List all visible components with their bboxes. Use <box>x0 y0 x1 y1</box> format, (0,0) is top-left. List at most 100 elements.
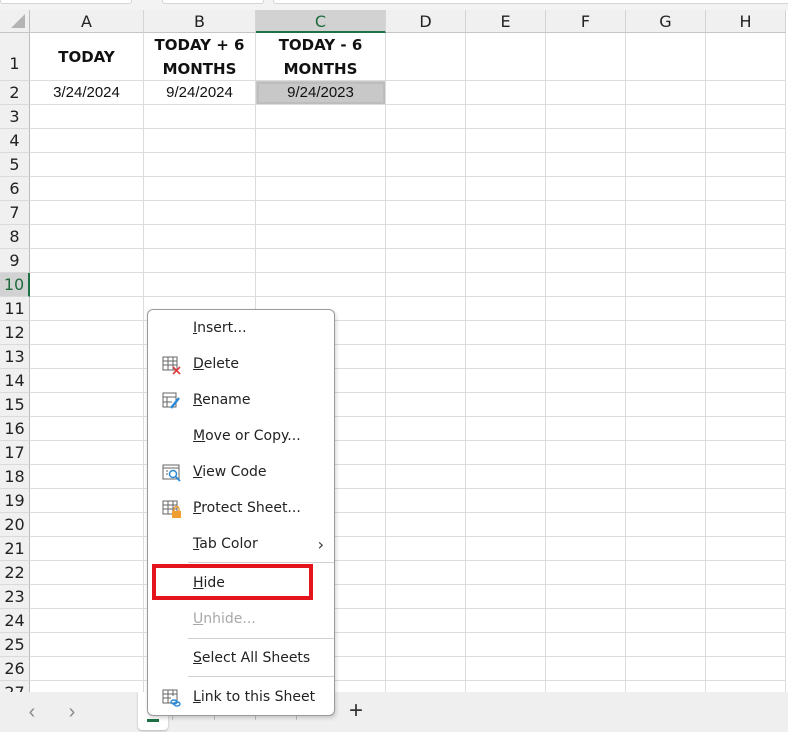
cell-g9[interactable] <box>626 249 706 273</box>
column-header-c[interactable]: C <box>256 10 386 33</box>
cell-g7[interactable] <box>626 201 706 225</box>
cell-f2[interactable] <box>546 81 626 105</box>
cell-d9[interactable] <box>386 249 466 273</box>
cell-d26[interactable] <box>386 657 466 681</box>
cell-d24[interactable] <box>386 609 466 633</box>
cell-f18[interactable] <box>546 465 626 489</box>
cell-d10[interactable] <box>386 273 466 297</box>
cell-b8[interactable] <box>144 225 256 249</box>
row-header-6[interactable]: 6 <box>0 177 30 201</box>
cell-e8[interactable] <box>466 225 546 249</box>
row-header-10[interactable]: 10 <box>0 273 30 297</box>
cell-e6[interactable] <box>466 177 546 201</box>
cell-g21[interactable] <box>626 537 706 561</box>
cell-g1[interactable] <box>626 33 706 81</box>
cell-d14[interactable] <box>386 369 466 393</box>
cell-a21[interactable] <box>30 537 144 561</box>
cell-h3[interactable] <box>706 105 786 129</box>
cell-h18[interactable] <box>706 465 786 489</box>
cell-f5[interactable] <box>546 153 626 177</box>
cell-f13[interactable] <box>546 345 626 369</box>
row-header-7[interactable]: 7 <box>0 201 30 225</box>
cell-f20[interactable] <box>546 513 626 537</box>
cell-b2[interactable]: 9/24/2024 <box>144 81 256 105</box>
cell-d20[interactable] <box>386 513 466 537</box>
cell-b3[interactable] <box>144 105 256 129</box>
row-header-4[interactable]: 4 <box>0 129 30 153</box>
cell-d4[interactable] <box>386 129 466 153</box>
cell-h20[interactable] <box>706 513 786 537</box>
cell-e2[interactable] <box>466 81 546 105</box>
cell-g19[interactable] <box>626 489 706 513</box>
row-header-17[interactable]: 17 <box>0 441 30 465</box>
cell-f23[interactable] <box>546 585 626 609</box>
cell-d19[interactable] <box>386 489 466 513</box>
cell-g15[interactable] <box>626 393 706 417</box>
cell-a5[interactable] <box>30 153 144 177</box>
cell-c7[interactable] <box>256 201 386 225</box>
cell-f21[interactable] <box>546 537 626 561</box>
column-header-f[interactable]: F <box>546 10 626 33</box>
cell-f9[interactable] <box>546 249 626 273</box>
cell-d11[interactable] <box>386 297 466 321</box>
cell-a26[interactable] <box>30 657 144 681</box>
cell-e17[interactable] <box>466 441 546 465</box>
cell-g5[interactable] <box>626 153 706 177</box>
cell-f26[interactable] <box>546 657 626 681</box>
cell-a16[interactable] <box>30 417 144 441</box>
column-header-g[interactable]: G <box>626 10 706 33</box>
cell-c3[interactable] <box>256 105 386 129</box>
cell-d3[interactable] <box>386 105 466 129</box>
cell-h19[interactable] <box>706 489 786 513</box>
row-header-3[interactable]: 3 <box>0 105 30 129</box>
cell-f24[interactable] <box>546 609 626 633</box>
row-header-19[interactable]: 19 <box>0 489 30 513</box>
cell-c6[interactable] <box>256 177 386 201</box>
cell-g8[interactable] <box>626 225 706 249</box>
cell-g20[interactable] <box>626 513 706 537</box>
cell-e14[interactable] <box>466 369 546 393</box>
cell-g23[interactable] <box>626 585 706 609</box>
menu-item-view-code[interactable]: View Code <box>148 455 334 491</box>
row-header-16[interactable]: 16 <box>0 417 30 441</box>
row-header-15[interactable]: 15 <box>0 393 30 417</box>
cell-g12[interactable] <box>626 321 706 345</box>
new-sheet-button[interactable]: + <box>344 698 368 724</box>
cell-f19[interactable] <box>546 489 626 513</box>
cell-a10[interactable] <box>30 273 144 297</box>
row-header-5[interactable]: 5 <box>0 153 30 177</box>
row-header-11[interactable]: 11 <box>0 297 30 321</box>
cell-a11[interactable] <box>30 297 144 321</box>
cell-b1[interactable]: TODAY + 6 MONTHS <box>144 33 256 81</box>
cell-d17[interactable] <box>386 441 466 465</box>
cell-h26[interactable] <box>706 657 786 681</box>
cell-g3[interactable] <box>626 105 706 129</box>
cell-a4[interactable] <box>30 129 144 153</box>
cell-e5[interactable] <box>466 153 546 177</box>
menu-item-protect-sheet[interactable]: Protect Sheet... <box>148 491 334 527</box>
cell-h23[interactable] <box>706 585 786 609</box>
cell-f6[interactable] <box>546 177 626 201</box>
cell-a12[interactable] <box>30 321 144 345</box>
cell-a17[interactable] <box>30 441 144 465</box>
cell-b10[interactable] <box>144 273 256 297</box>
cell-g24[interactable] <box>626 609 706 633</box>
cell-e19[interactable] <box>466 489 546 513</box>
cell-d15[interactable] <box>386 393 466 417</box>
row-header-8[interactable]: 8 <box>0 225 30 249</box>
cell-c8[interactable] <box>256 225 386 249</box>
cell-a18[interactable] <box>30 465 144 489</box>
column-header-b[interactable]: B <box>144 10 256 33</box>
column-header-d[interactable]: D <box>386 10 466 33</box>
cell-e12[interactable] <box>466 321 546 345</box>
cell-f17[interactable] <box>546 441 626 465</box>
cell-h21[interactable] <box>706 537 786 561</box>
cell-d25[interactable] <box>386 633 466 657</box>
cell-f14[interactable] <box>546 369 626 393</box>
row-header-12[interactable]: 12 <box>0 321 30 345</box>
row-header-2[interactable]: 2 <box>0 81 30 105</box>
cell-h14[interactable] <box>706 369 786 393</box>
cell-h17[interactable] <box>706 441 786 465</box>
cell-g22[interactable] <box>626 561 706 585</box>
cell-d1[interactable] <box>386 33 466 81</box>
